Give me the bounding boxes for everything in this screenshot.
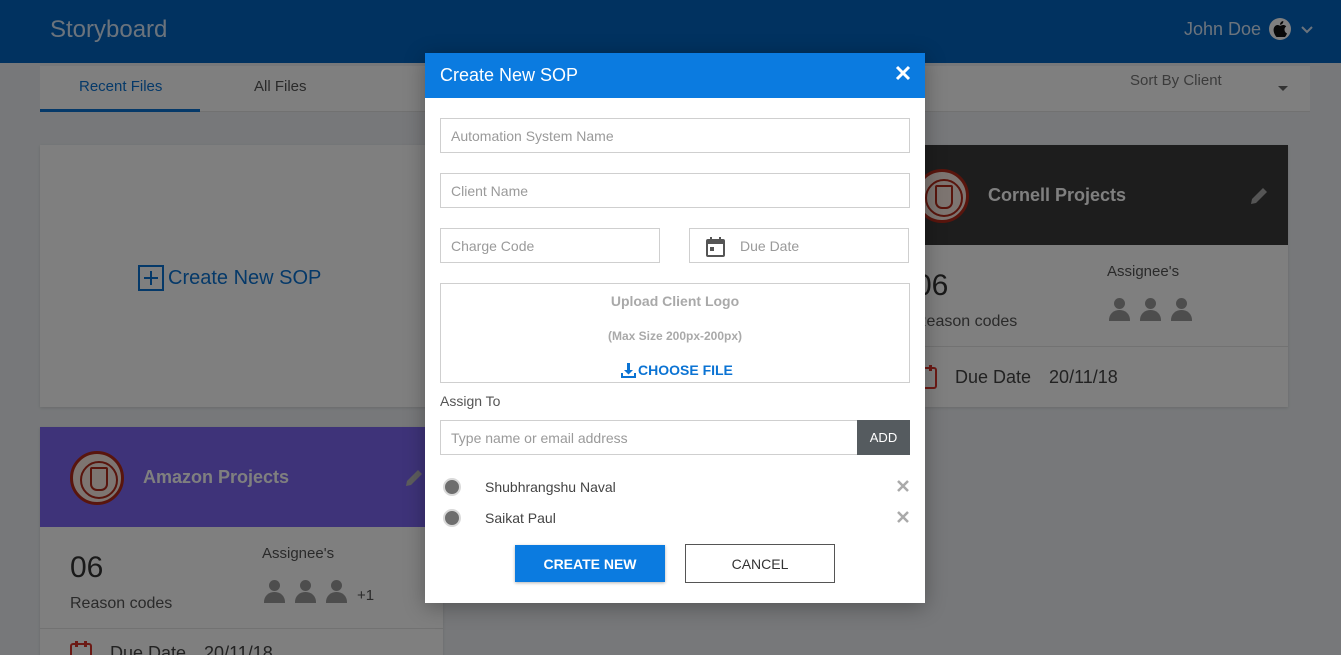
create-sop-modal: Create New SOP Upload Client Logo (Max S…	[425, 53, 925, 603]
due-date-input[interactable]	[730, 229, 905, 262]
choose-file-button[interactable]: CHOOSE FILE	[621, 362, 733, 378]
charge-code-input[interactable]	[440, 228, 660, 263]
remove-icon[interactable]	[897, 511, 909, 523]
assignee-list-item: Saikat Paul	[443, 507, 913, 529]
assignee-list-item: Shubhrangshu Naval	[443, 476, 913, 498]
user-avatar	[443, 509, 461, 527]
add-assignee-button[interactable]: ADD	[857, 420, 910, 455]
download-icon	[621, 362, 636, 378]
choose-file-label: CHOOSE FILE	[638, 362, 733, 378]
upload-logo-dropzone[interactable]: Upload Client Logo (Max Size 200px-200px…	[440, 283, 910, 383]
assignee-name: Saikat Paul	[485, 510, 556, 526]
create-new-button[interactable]: CREATE NEW	[515, 545, 665, 582]
cancel-button[interactable]: CANCEL	[685, 544, 835, 583]
upload-size-hint: (Max Size 200px-200px)	[607, 329, 743, 343]
modal-title: Create New SOP	[440, 65, 579, 85]
assign-to-input[interactable]	[440, 420, 858, 455]
assignee-name: Shubhrangshu Naval	[485, 479, 616, 495]
remove-icon[interactable]	[897, 480, 909, 492]
upload-title: Upload Client Logo	[610, 293, 740, 309]
client-name-input[interactable]	[440, 173, 910, 208]
modal-header: Create New SOP	[425, 53, 925, 98]
due-date-field[interactable]	[689, 228, 909, 263]
assign-to-label: Assign To	[440, 393, 501, 409]
calendar-icon[interactable]	[706, 237, 725, 257]
user-avatar	[443, 478, 461, 496]
automation-system-name-input[interactable]	[440, 118, 910, 153]
close-icon[interactable]	[895, 65, 911, 81]
